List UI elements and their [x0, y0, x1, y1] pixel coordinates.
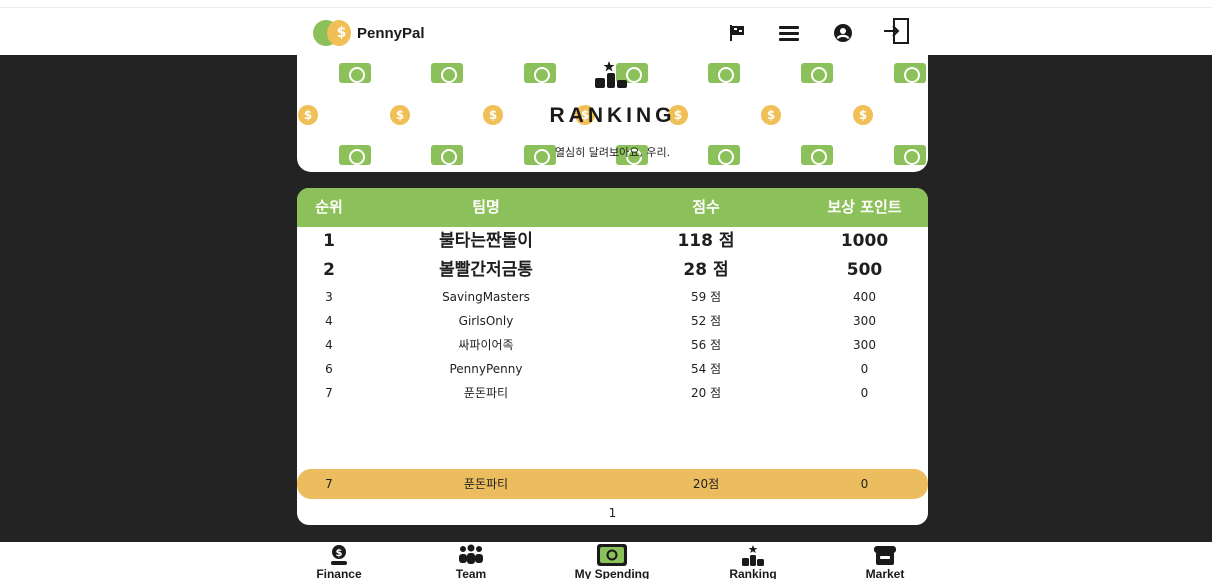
nav-label: Finance: [316, 567, 362, 579]
rank-cell: 4: [325, 338, 333, 352]
team-cell: SavingMasters: [442, 290, 530, 304]
nav-my-spending[interactable]: My Spending: [567, 542, 657, 579]
team-cell: 싸파이어족: [458, 338, 514, 352]
rank-cell: 6: [325, 362, 333, 376]
reward-cell: 1000: [840, 231, 889, 251]
header-team: 팀명: [472, 198, 500, 216]
logo-coins-icon: $: [313, 20, 351, 46]
nav-label: Team: [455, 567, 487, 579]
finance-icon: $: [294, 544, 384, 566]
my-team-row: 7 푼돈파티 20점 0: [297, 469, 928, 499]
rank-cell: 7: [325, 386, 333, 400]
my-reward-cell: 0: [860, 477, 869, 491]
pagination-page-1[interactable]: 1: [297, 506, 928, 520]
team-cell: PennyPenny: [449, 362, 523, 376]
flag-icon[interactable]: [720, 18, 754, 48]
reward-cell: 300: [853, 338, 876, 352]
podium-icon: [593, 58, 633, 88]
reward-cell: 0: [860, 386, 869, 400]
top-header: $ PennyPal: [0, 7, 1212, 55]
rank-cell: 4: [325, 314, 333, 328]
score-cell: 118 점: [677, 231, 735, 251]
score-cell: 28 점: [683, 260, 729, 280]
score-cell: 54 점: [690, 362, 722, 376]
score-cell: 59 점: [690, 290, 722, 304]
team-cell: 푼돈파티: [463, 386, 509, 400]
score-cell: 52 점: [690, 314, 722, 328]
page-subtitle: 열심히 달려보아요, 우리.: [554, 146, 671, 159]
team-cell: GirlsOnly: [458, 314, 514, 328]
account-icon[interactable]: [826, 18, 860, 48]
bottom-nav: $ Finance Team My Spending Ranking Marke…: [0, 542, 1212, 579]
table-header: 순위 팀명 점수 보상 포인트: [297, 188, 928, 227]
nav-label: Market: [865, 567, 905, 579]
nav-label: My Spending: [574, 567, 650, 579]
score-cell: 20 점: [690, 386, 722, 400]
header-score: 점수: [692, 198, 720, 216]
nav-finance[interactable]: $ Finance: [294, 542, 384, 579]
my-score-cell: 20점: [692, 477, 720, 491]
my-rank-cell: 7: [325, 477, 333, 491]
team-cell: 볼빨간저금통: [439, 260, 533, 280]
reward-cell: 0: [860, 362, 869, 376]
team-cell: 불타는짠돌이: [439, 231, 533, 251]
ranking-table: 순위 팀명 점수 보상 포인트 1 불타는짠돌이 118 점 1000 2 볼빨…: [297, 188, 928, 525]
nav-label: Ranking: [729, 567, 777, 579]
reward-cell: 500: [846, 260, 883, 280]
header-reward: 보상 포인트: [827, 198, 902, 216]
ranking-icon: [708, 544, 798, 566]
menu-icon[interactable]: [772, 18, 806, 48]
nav-ranking[interactable]: Ranking: [708, 542, 798, 579]
market-icon: [840, 544, 930, 566]
app-name: PennyPal: [357, 24, 425, 42]
rank-cell: 3: [325, 290, 333, 304]
logout-icon[interactable]: [880, 16, 914, 46]
score-cell: 56 점: [690, 338, 722, 352]
nav-team[interactable]: Team: [426, 542, 516, 579]
rank-cell: 2: [323, 260, 335, 280]
nav-market[interactable]: Market: [840, 542, 930, 579]
reward-cell: 400: [853, 290, 876, 304]
app-logo[interactable]: $ PennyPal: [313, 20, 425, 46]
page-title: RANKING: [549, 104, 676, 127]
my-team-cell: 푼돈파티: [463, 477, 509, 491]
header-rank: 순위: [315, 198, 343, 216]
reward-cell: 300: [853, 314, 876, 328]
svg-text:$: $: [336, 548, 343, 559]
ranking-hero: $ $ $ $ $ $ $ RANKING 열심히 달려보아요, 우리.: [297, 55, 928, 172]
my-spending-icon: [567, 544, 657, 566]
team-icon: [426, 544, 516, 566]
rank-cell: 1: [323, 231, 335, 251]
